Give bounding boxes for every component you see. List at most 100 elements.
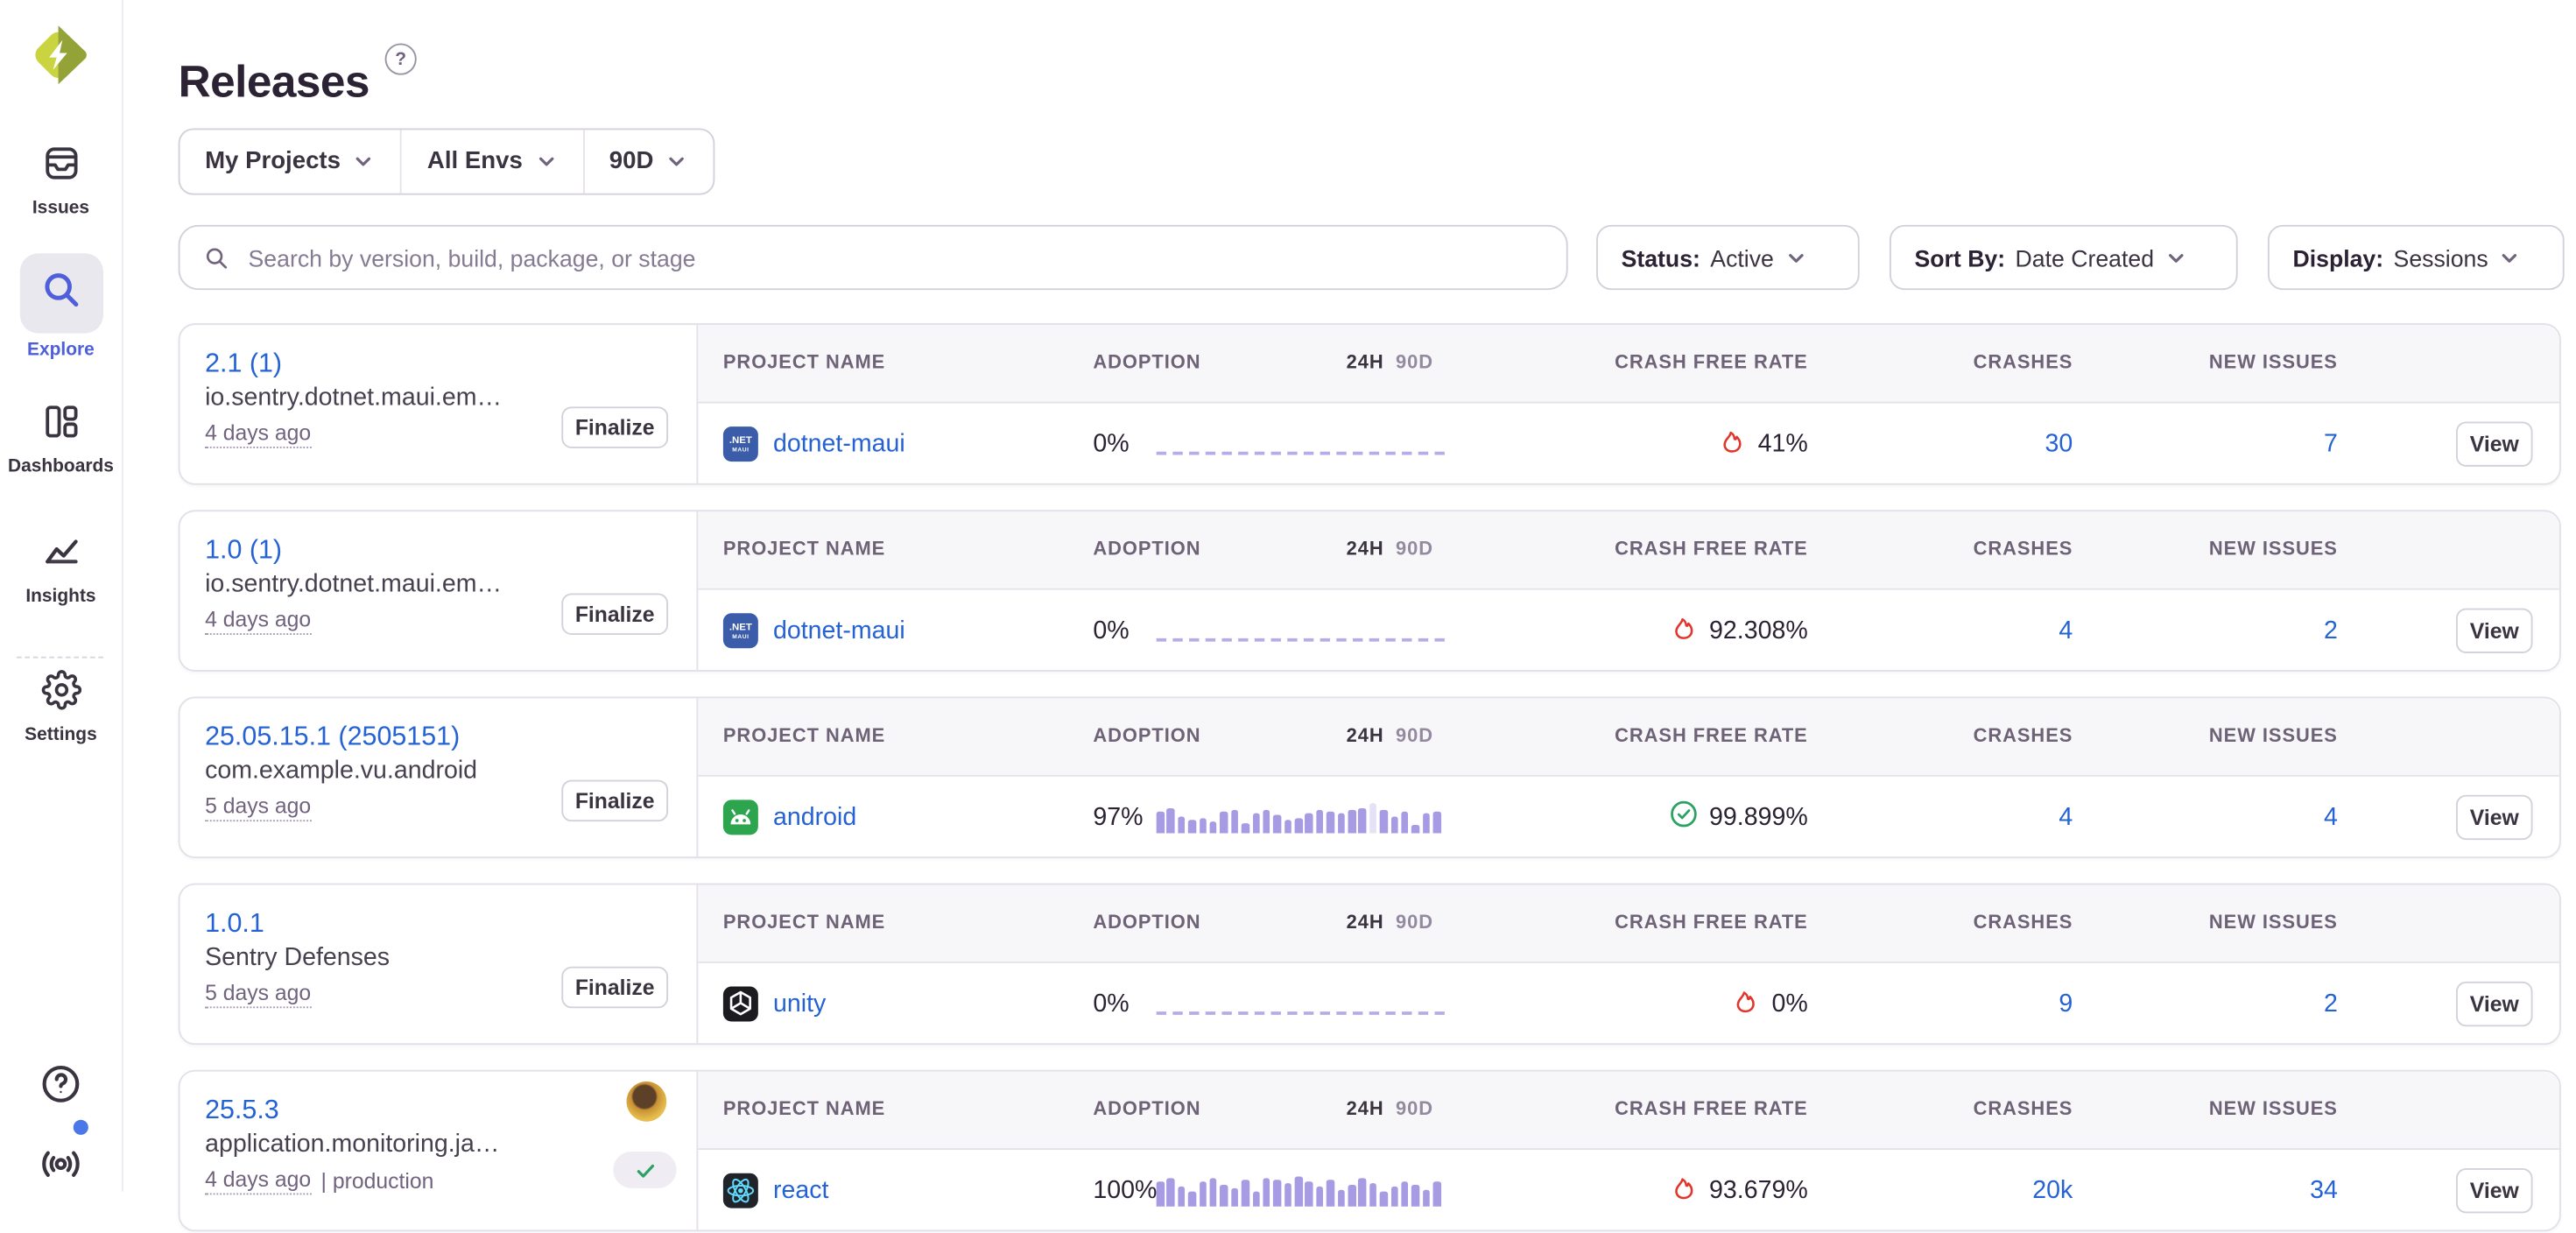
column-header-new-issues: NEW ISSUES: [2209, 1072, 2338, 1149]
column-header-range[interactable]: 24H 90D: [1347, 325, 1433, 402]
sidebar-item-label: Settings: [25, 725, 97, 745]
release-project-table: PROJECT NAME ADOPTION 24H 90D CRASH FREE…: [698, 884, 2559, 1043]
release-info-panel: 25.05.15.1 (2505151) com.example.vu.andr…: [180, 698, 699, 856]
sort-by-dropdown[interactable]: Sort By: Date Created: [1890, 225, 2238, 290]
new-issues-link[interactable]: 2: [2324, 962, 2338, 1046]
range-90d-toggle[interactable]: 90D: [1396, 913, 1433, 934]
crashes-link[interactable]: 30: [2045, 402, 2073, 487]
status-dropdown[interactable]: Status: Active: [1596, 225, 1860, 290]
sidebar-item-issues[interactable]: Issues: [0, 144, 122, 219]
finalize-button[interactable]: Finalize: [561, 780, 668, 822]
column-header-range[interactable]: 24H 90D: [1347, 884, 1433, 962]
project-filter-dropdown[interactable]: My Projects: [180, 130, 401, 193]
column-header-range[interactable]: 24H 90D: [1347, 698, 1433, 775]
release-version-link[interactable]: 1.0 (1): [205, 533, 282, 568]
range-24h-toggle[interactable]: 24H: [1347, 353, 1384, 373]
column-header-adoption: ADOPTION: [1093, 1072, 1200, 1149]
sessions-sparkline: [1157, 800, 1445, 833]
crash-free-rate-cell: 99.899%: [1669, 775, 1807, 860]
adoption-value: 0%: [1093, 588, 1129, 673]
table-header-row: PROJECT NAME ADOPTION 24H 90D CRASH FREE…: [698, 511, 2559, 589]
sentry-releases-app: Issues Explore Dashbo: [0, 0, 2576, 1192]
project-link[interactable]: android: [773, 803, 856, 831]
range-24h-toggle[interactable]: 24H: [1347, 540, 1384, 560]
table-header-row: PROJECT NAME ADOPTION 24H 90D CRASH FREE…: [698, 884, 2559, 962]
column-header-crash-free-rate: CRASH FREE RATE: [1615, 325, 1808, 402]
view-button[interactable]: View: [2456, 609, 2533, 653]
platform-icon: [723, 800, 758, 835]
range-90d-toggle[interactable]: 90D: [1396, 727, 1433, 747]
sidebar-item-settings[interactable]: Settings: [0, 670, 122, 745]
column-header-new-issues: NEW ISSUES: [2209, 325, 2338, 402]
release-version-link[interactable]: 25.5.3: [205, 1093, 279, 1128]
period-filter-dropdown[interactable]: 90D: [582, 130, 714, 193]
release-version-link[interactable]: 1.0.1: [205, 906, 264, 941]
adoption-value: 0%: [1093, 402, 1129, 487]
crash-free-rate-cell: 41%: [1718, 402, 1808, 487]
crash-free-status-icon: [1732, 987, 1760, 1022]
new-issues-link[interactable]: 7: [2324, 402, 2338, 487]
project-link[interactable]: dotnet-maui: [773, 430, 905, 458]
search-input[interactable]: [245, 243, 1543, 272]
new-issues-link[interactable]: 2: [2324, 588, 2338, 673]
page-title: Releases: [179, 57, 370, 109]
column-header-range[interactable]: 24H 90D: [1347, 511, 1433, 588]
table-row: unity 0% 0% 9 2 View: [698, 962, 2559, 1043]
dashboards-icon: [41, 402, 81, 450]
status-label: Status:: [1622, 244, 1700, 271]
fire-icon: [1669, 1173, 1697, 1201]
range-24h-toggle[interactable]: 24H: [1347, 1100, 1384, 1120]
sidebar-item-dashboards[interactable]: Dashboards: [0, 402, 122, 477]
status-value: Active: [1710, 244, 1774, 271]
range-24h-toggle[interactable]: 24H: [1347, 727, 1384, 747]
range-90d-toggle[interactable]: 90D: [1396, 353, 1433, 373]
platform-icon: [723, 987, 758, 1022]
help-button[interactable]: [0, 1063, 122, 1113]
sort-by-label: Sort By:: [1915, 244, 2006, 271]
sidebar-item-label: Insights: [25, 587, 95, 607]
release-card: 25.5.3 application.monitoring.ja… 4 days…: [179, 1070, 2561, 1232]
chevron-down-icon: [2164, 246, 2187, 270]
finalize-button[interactable]: Finalize: [561, 967, 668, 1009]
release-version-link[interactable]: 25.05.15.1 (2505151): [205, 720, 460, 755]
display-dropdown[interactable]: Display: Sessions: [2268, 225, 2565, 290]
sidebar-item-insights[interactable]: Insights: [0, 532, 122, 607]
crashes-link[interactable]: 4: [2059, 588, 2073, 673]
environment-filter-dropdown[interactable]: All Envs: [400, 130, 582, 193]
range-90d-toggle[interactable]: 90D: [1396, 540, 1433, 560]
whats-new-button[interactable]: [0, 1143, 122, 1193]
view-button[interactable]: View: [2456, 982, 2533, 1026]
range-90d-toggle[interactable]: 90D: [1396, 1100, 1433, 1120]
release-info-panel: 1.0 (1) io.sentry.dotnet.maui.em… 4 days…: [180, 511, 699, 670]
crashes-link[interactable]: 9: [2059, 962, 2073, 1046]
view-button[interactable]: View: [2456, 795, 2533, 840]
finalize-button[interactable]: Finalize: [561, 593, 668, 635]
new-issues-link[interactable]: 4: [2324, 775, 2338, 860]
sidebar: Issues Explore Dashbo: [0, 0, 123, 1192]
page-filter-bar: My Projects All Envs 90D: [179, 129, 715, 195]
project-link[interactable]: unity: [773, 990, 826, 1018]
platform-icon: .NETMAUI: [723, 613, 758, 648]
resolved-check-button[interactable]: [613, 1152, 676, 1188]
crashes-link[interactable]: 4: [2059, 775, 2073, 860]
release-package: application.monitoring.ja…: [205, 1128, 563, 1161]
finalize-button[interactable]: Finalize: [561, 406, 668, 448]
release-info-panel: 25.5.3 application.monitoring.ja… 4 days…: [180, 1072, 699, 1230]
release-project-table: PROJECT NAME ADOPTION 24H 90D CRASH FREE…: [698, 1072, 2559, 1230]
range-24h-toggle[interactable]: 24H: [1347, 913, 1384, 934]
view-button[interactable]: View: [2456, 421, 2533, 466]
column-header-adoption: ADOPTION: [1093, 698, 1200, 775]
column-header-crashes: CRASHES: [1974, 325, 2073, 402]
column-header-range[interactable]: 24H 90D: [1347, 1072, 1433, 1149]
sidebar-item-explore[interactable]: Explore: [0, 253, 122, 360]
title-help-icon[interactable]: ?: [385, 43, 417, 74]
project-link[interactable]: dotnet-maui: [773, 616, 905, 645]
sentry-logo-icon[interactable]: [24, 20, 94, 90]
table-row: android 97% 99.899% 4 4 View: [698, 775, 2559, 856]
release-package: io.sentry.dotnet.maui.em…: [205, 382, 563, 415]
column-header-new-issues: NEW ISSUES: [2209, 511, 2338, 588]
adoption-value: 97%: [1093, 775, 1143, 860]
crash-free-rate-value: 99.899%: [1709, 803, 1808, 831]
platform-icon: .NETMAUI: [723, 426, 758, 461]
release-version-link[interactable]: 2.1 (1): [205, 347, 282, 382]
